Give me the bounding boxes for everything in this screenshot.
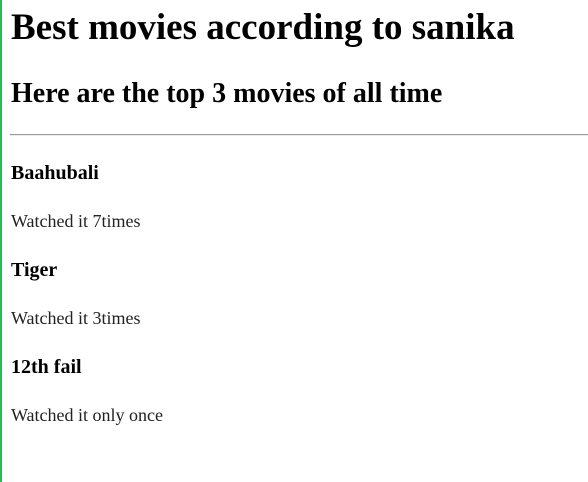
section-divider [10,134,588,136]
window-left-edge [0,0,2,482]
page-content: Best movies according to sanika Here are… [10,0,588,427]
page-subtitle: Here are the top 3 movies of all time [11,78,443,109]
movie-item-baahubali: Baahubali Watched it 7times [11,161,588,233]
movie-title: Tiger [11,259,58,281]
movie-item-12th-fail: 12th fail Watched it only once [11,355,588,427]
movie-watch-count: Watched it 3times [11,308,141,328]
movie-item-tiger: Tiger Watched it 3times [11,258,588,330]
movie-title: 12th fail [11,356,82,378]
movie-watch-count: Watched it only once [11,405,163,425]
movie-watch-count: Watched it 7times [11,211,141,231]
movie-title: Baahubali [11,162,99,184]
page-title: Best movies according to sanika [11,7,515,48]
